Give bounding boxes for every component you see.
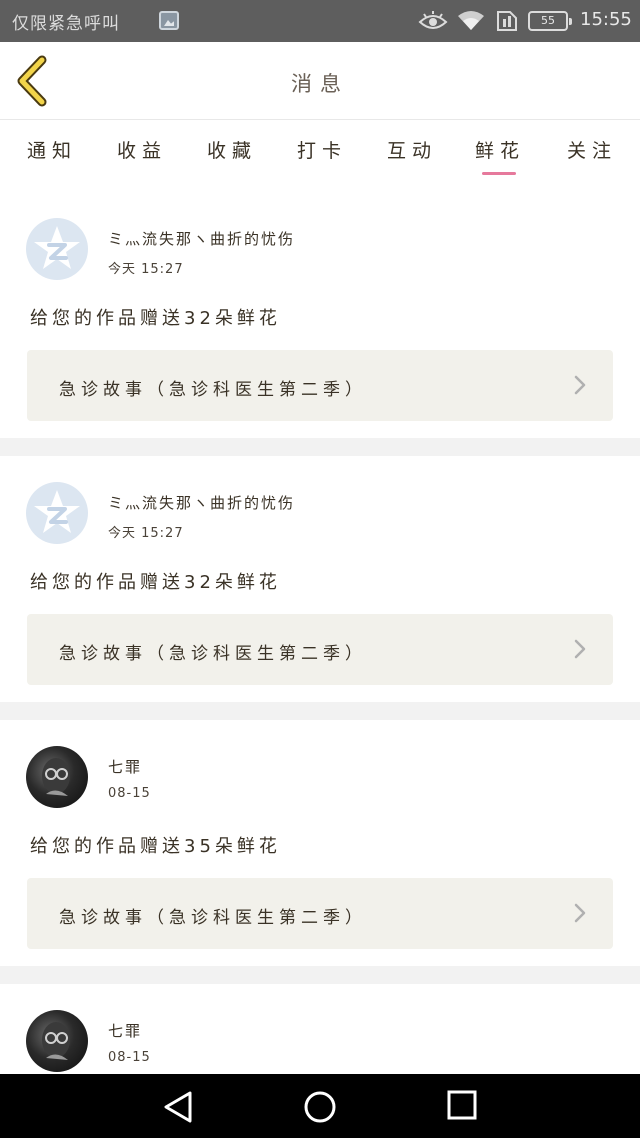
list-item: ミ灬流失那ヽ曲折的忧伤 今天 15:27 给您的作品赠送32朵鲜花 急诊故事（急… (0, 192, 640, 438)
timestamp: 08-15 (108, 786, 151, 801)
nav-back-button[interactable] (160, 1089, 196, 1125)
wifi-icon (458, 11, 484, 30)
tab-following[interactable]: 关注 (556, 136, 628, 163)
username[interactable]: 七罪 (108, 1020, 142, 1041)
clock: 15:55 (580, 9, 632, 30)
avatar[interactable] (26, 482, 88, 544)
work-link-card[interactable]: 急诊故事（急诊科医生第二季） (27, 614, 613, 685)
tab-favorites[interactable]: 收藏 (196, 136, 268, 163)
nav-home-button[interactable] (302, 1089, 338, 1125)
avatar[interactable] (26, 1010, 88, 1072)
tab-interaction[interactable]: 互动 (376, 136, 448, 163)
sim-card-icon (497, 11, 517, 31)
system-navigation-bar (0, 1074, 640, 1138)
divider (0, 966, 640, 984)
gallery-notification-icon (159, 11, 179, 30)
list-item: ミ灬流失那ヽ曲折的忧伤 今天 15:27 给您的作品赠送32朵鲜花 急诊故事（急… (0, 456, 640, 702)
work-title: 急诊故事（急诊科医生第二季） (59, 380, 367, 400)
timestamp: 今天 15:27 (108, 526, 184, 541)
divider (0, 438, 640, 456)
status-bar: 仅限紧急呼叫 55 15:55 (0, 0, 640, 42)
username[interactable]: ミ灬流失那ヽ曲折的忧伤 (108, 492, 295, 513)
user-photo-icon (42, 1022, 70, 1060)
page-title: 消息 (291, 72, 349, 96)
username[interactable]: 七罪 (108, 756, 142, 777)
work-link-card[interactable]: 急诊故事（急诊科医生第二季） (27, 350, 613, 421)
chevron-right-icon (574, 639, 586, 659)
work-title: 急诊故事（急诊科医生第二季） (59, 908, 367, 928)
qq-default-avatar-icon (34, 490, 80, 533)
message-text: 给您的作品赠送35朵鲜花 (30, 836, 281, 857)
list-item: 七罪 08-15 给您的作品赠送35朵鲜花 急诊故事（急诊科医生第二季） (0, 720, 640, 966)
work-title: 急诊故事（急诊科医生第二季） (59, 644, 367, 664)
message-text: 给您的作品赠送32朵鲜花 (30, 572, 281, 593)
tab-checkin[interactable]: 打卡 (286, 136, 358, 163)
tab-earnings[interactable]: 收益 (106, 136, 178, 163)
battery-indicator: 55 (528, 11, 572, 31)
eye-comfort-icon (418, 11, 448, 29)
carrier-text: 仅限紧急呼叫 (12, 14, 120, 34)
tab-notifications[interactable]: 通知 (16, 136, 88, 163)
user-photo-icon (42, 758, 70, 796)
avatar[interactable] (26, 218, 88, 280)
active-tab-indicator (482, 172, 516, 175)
tab-bar: 通知 收益 收藏 打卡 互动 鲜花 关注 (0, 120, 640, 182)
chevron-right-icon (574, 903, 586, 923)
timestamp: 今天 15:27 (108, 262, 184, 277)
divider (0, 702, 640, 720)
qq-default-avatar-icon (34, 226, 80, 269)
list-item: 七罪 08-15 (0, 984, 640, 1074)
avatar[interactable] (26, 746, 88, 808)
username[interactable]: ミ灬流失那ヽ曲折的忧伤 (108, 228, 295, 249)
top-nav-bar: 消息 (0, 42, 640, 120)
message-text: 给您的作品赠送32朵鲜花 (30, 308, 281, 329)
tab-flowers[interactable]: 鲜花 (464, 136, 536, 163)
work-link-card[interactable]: 急诊故事（急诊科医生第二季） (27, 878, 613, 949)
nav-recents-button[interactable] (446, 1089, 478, 1121)
timestamp: 08-15 (108, 1050, 151, 1065)
chevron-right-icon (574, 375, 586, 395)
